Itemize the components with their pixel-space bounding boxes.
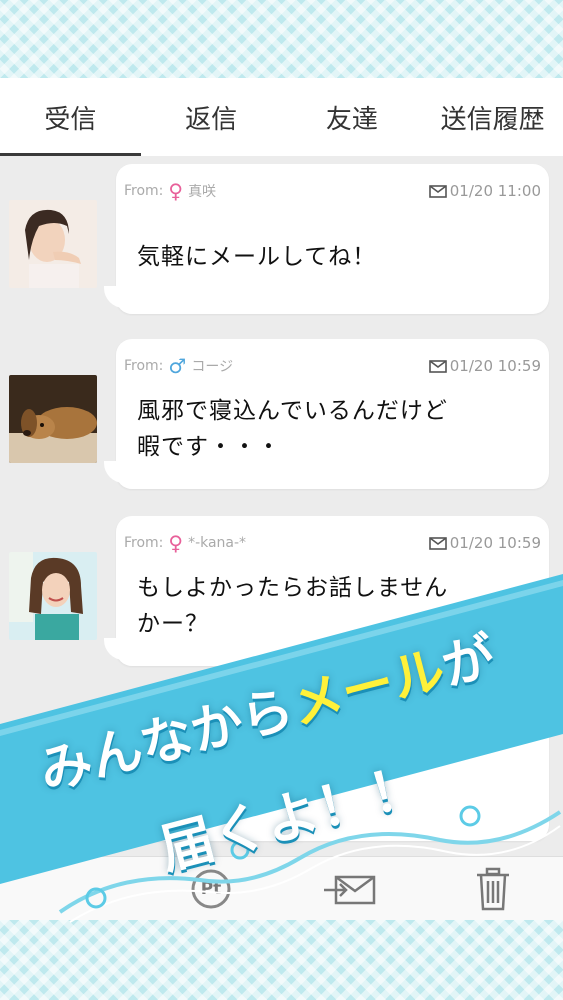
message-line: 風邪で寝込んでいるんだけど	[137, 398, 448, 424]
sender-info: From: ♀ 真咲	[124, 181, 216, 201]
message-line: もしよかったらお話しません	[137, 575, 449, 601]
bottom-toolbar: Pt	[0, 856, 563, 920]
message-bubble[interactable]: From: ♀ 真咲 01/20 11:00 気軽にメールしてね！	[104, 164, 549, 314]
delete-button[interactable]	[472, 867, 514, 911]
send-mail-icon	[324, 875, 376, 905]
avatar[interactable]	[9, 200, 97, 288]
message-line: かー？	[137, 611, 209, 637]
envelope-icon	[428, 359, 447, 373]
date-text: 01/20 10:59	[449, 357, 541, 375]
compose-mail-button[interactable]	[322, 867, 380, 911]
avatar[interactable]	[9, 375, 97, 463]
trash-icon	[477, 867, 509, 911]
female-icon: ♀	[168, 531, 184, 555]
sender-name: コージ	[191, 359, 234, 375]
date-text: 01/20 10:59	[449, 534, 541, 552]
from-label: From:	[124, 183, 164, 199]
envelope-icon	[428, 536, 447, 550]
avatar-photo-woman	[9, 200, 97, 288]
message-text: もしよかったらお話しません かー？	[137, 570, 535, 642]
tab-inbox[interactable]: 受信	[0, 78, 141, 156]
avatar-photo-woman	[9, 552, 97, 640]
avatar-photo-dog	[9, 375, 97, 463]
message-bubble[interactable]: From: ♂ コージ 01/20 10:59 風邪で寝込んでいるんだけど 暇で…	[104, 339, 549, 489]
message-text: 風邪で寝込んでいるんだけど 暇です・・・	[137, 393, 535, 465]
envelope-icon	[428, 184, 447, 198]
male-icon: ♂	[168, 354, 187, 378]
mailbox-tabs: 受信 返信 友達 送信履歴	[0, 78, 563, 156]
tab-friends[interactable]: 友達	[282, 78, 423, 156]
from-label: From:	[124, 358, 164, 374]
received-date: 01/20 10:59	[428, 357, 541, 375]
mail-app: 受信 返信 友達 送信履歴 From: ♀ 真咲 01/20 11:00 気軽に…	[0, 78, 563, 920]
received-date: 01/20 11:00	[428, 182, 541, 200]
message-text: 気軽にメールしてね！	[137, 239, 535, 275]
from-label: From:	[124, 535, 164, 551]
avatar[interactable]	[9, 552, 97, 640]
tab-sent-history[interactable]: 送信履歴	[422, 78, 563, 156]
sender-info: From: ♂ コージ	[124, 356, 233, 376]
sender-name: 真咲	[188, 184, 217, 200]
female-icon: ♀	[168, 179, 184, 203]
message-line: 気軽にメールしてね！	[137, 244, 377, 270]
points-button[interactable]: Pt	[188, 867, 234, 911]
message-line: 暇です・・・	[137, 434, 281, 460]
received-date: 01/20 10:59	[428, 534, 541, 552]
tab-replies[interactable]: 返信	[141, 78, 282, 156]
message-bubble[interactable]: From: ♀ *-kana-* 01/20 10:59 もしよかったらお話しま…	[104, 516, 549, 666]
date-text: 01/20 11:00	[449, 182, 541, 200]
points-label: Pt	[200, 879, 222, 899]
sender-name: *-kana-*	[188, 535, 247, 551]
message-bubble[interactable]	[104, 691, 549, 841]
sender-info: From: ♀ *-kana-*	[124, 533, 246, 553]
